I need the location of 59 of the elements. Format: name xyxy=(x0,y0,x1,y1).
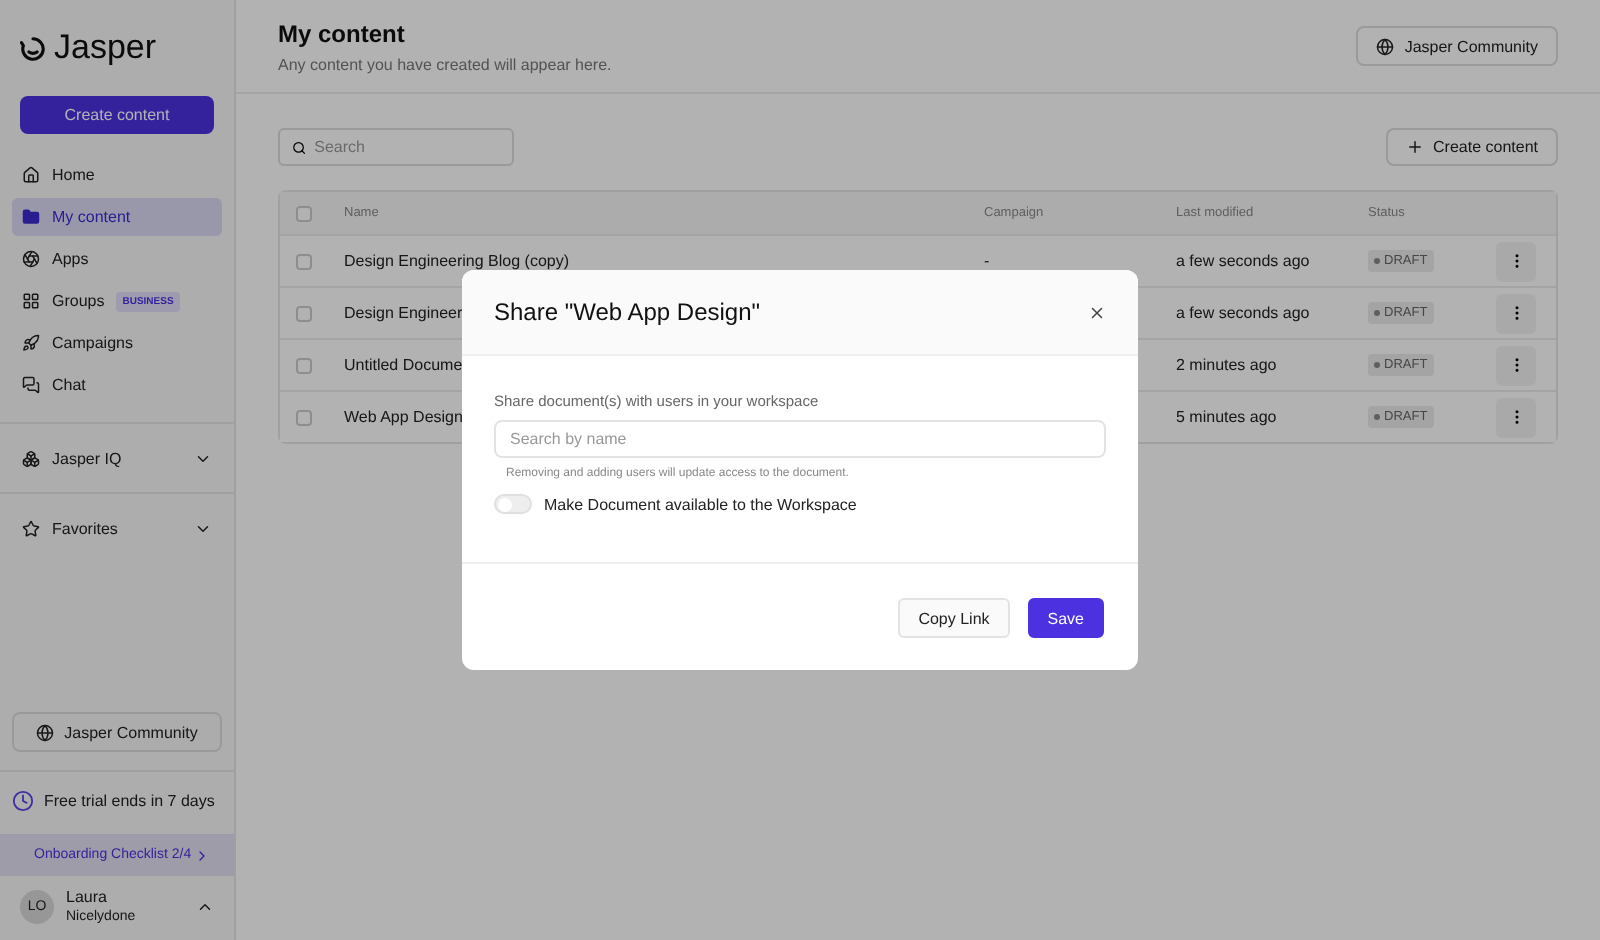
toggle-switch[interactable] xyxy=(494,494,532,514)
row-checkbox[interactable] xyxy=(296,357,312,373)
section-toggle[interactable]: Favorites xyxy=(0,492,234,562)
logo-text: Jasper xyxy=(54,28,157,68)
select-all-checkbox[interactable] xyxy=(296,205,312,221)
nav-icon xyxy=(22,292,40,310)
table-cell: Untitled Docume xyxy=(344,356,463,374)
copy-link-button[interactable]: Copy Link xyxy=(898,598,1010,638)
toggle-label: Make Document available to the Workspace xyxy=(544,495,857,513)
nav-icon xyxy=(22,208,40,226)
row-checkbox[interactable] xyxy=(296,305,312,321)
row-checkbox[interactable] xyxy=(296,409,312,425)
more-button[interactable] xyxy=(1496,293,1536,333)
page-subtitle: Any content you have created will appear here. xyxy=(278,55,612,73)
nav-icon xyxy=(22,334,40,352)
nav-icon xyxy=(22,166,40,184)
more-button[interactable] xyxy=(1496,345,1536,385)
search-by-name-field[interactable]: Search by name xyxy=(510,430,1090,448)
more-button[interactable] xyxy=(1496,397,1536,437)
search-box[interactable]: Search xyxy=(278,128,514,166)
table-cell: 2 minutes ago xyxy=(1176,356,1277,374)
search-field[interactable]: Search xyxy=(314,138,500,156)
close-icon[interactable] xyxy=(1088,303,1106,321)
plus-icon xyxy=(1405,138,1424,156)
nav-item[interactable]: My content xyxy=(12,198,222,236)
nav-item[interactable]: Chat xyxy=(12,366,222,404)
create-content-button[interactable]: Create content xyxy=(20,96,214,134)
table-cell: Design Engineer xyxy=(344,304,463,322)
clock-icon xyxy=(12,790,34,812)
page-title: My content xyxy=(278,19,407,47)
row-checkbox[interactable] xyxy=(296,253,312,269)
table-cell: - xyxy=(984,252,990,270)
section-icon xyxy=(22,449,40,467)
save-button[interactable]: Save xyxy=(1027,598,1104,638)
table-cell: a few seconds ago xyxy=(1176,252,1310,270)
dialog-title: Share "Web App Design" xyxy=(494,298,761,326)
trial-text: Free trial ends in 7 days xyxy=(44,792,215,810)
name-search-box[interactable]: Search by name xyxy=(494,420,1106,458)
globe-icon xyxy=(1376,37,1395,55)
logo-icon xyxy=(20,35,46,61)
table-cell: Design Engineering Blog (copy) xyxy=(344,252,570,270)
search-icon xyxy=(292,139,307,155)
community-button[interactable]: Jasper Community xyxy=(1356,26,1558,66)
nav-item[interactable]: Apps xyxy=(12,240,222,278)
table-cell: Web App Design xyxy=(344,408,463,426)
chevron-right-icon xyxy=(194,847,210,863)
section-toggle[interactable]: Jasper IQ xyxy=(0,422,234,492)
table-cell: a few seconds ago xyxy=(1176,304,1310,322)
more-button[interactable] xyxy=(1496,241,1536,281)
nav-icon xyxy=(22,376,40,394)
nav-icon xyxy=(22,250,40,268)
create-content-button[interactable]: Create content xyxy=(1385,128,1558,166)
nav-item[interactable]: Home xyxy=(12,156,222,194)
community-button[interactable]: Jasper Community xyxy=(12,712,222,752)
globe-icon xyxy=(36,723,55,741)
nav-item[interactable]: Campaigns xyxy=(12,324,222,362)
user-name: Laura xyxy=(66,888,109,906)
section-icon xyxy=(22,519,40,537)
table-cell: 5 minutes ago xyxy=(1176,408,1277,426)
